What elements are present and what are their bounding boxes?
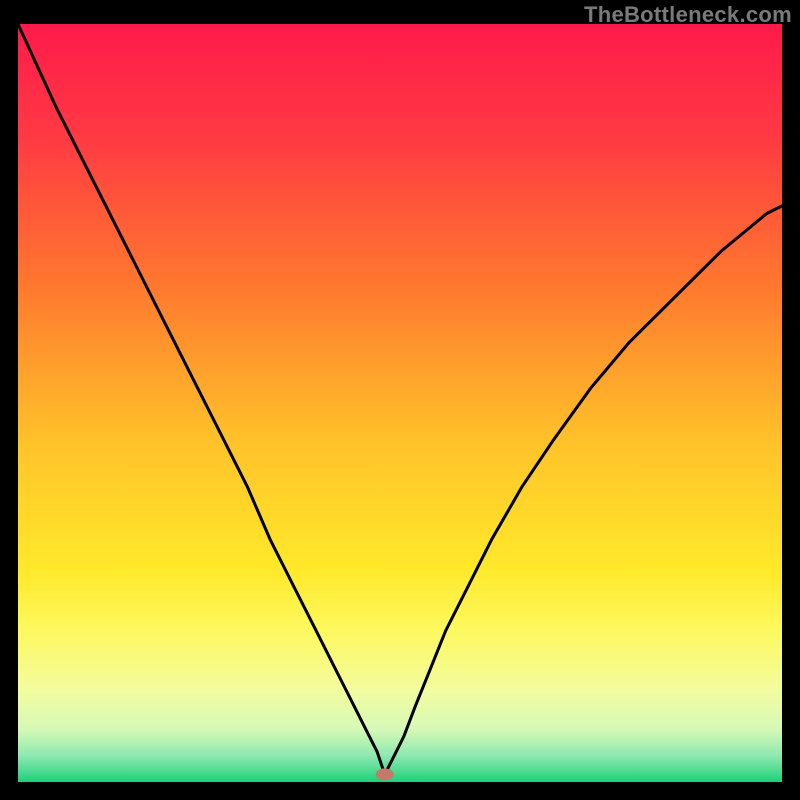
chart-frame: TheBottleneck.com [0, 0, 800, 800]
bottleneck-chart [18, 24, 782, 782]
gradient-background [18, 24, 782, 782]
optimal-point-marker [376, 768, 394, 780]
